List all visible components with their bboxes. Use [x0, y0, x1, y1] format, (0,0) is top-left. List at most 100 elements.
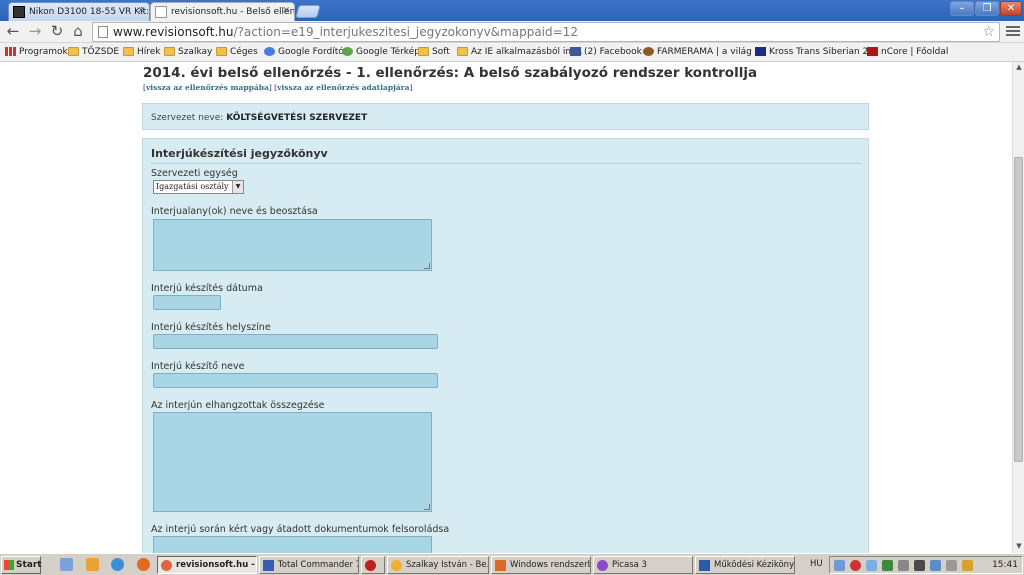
clock[interactable]: 15:41 [992, 560, 1018, 570]
tab-title: Nikon D3100 18-55 VR Kit: "j [29, 7, 150, 17]
bookmark-kross[interactable]: Kross Trans Siberian 2... [755, 46, 877, 58]
picasa-icon [597, 560, 608, 571]
email-icon [391, 560, 402, 571]
bookmark-farmerama[interactable]: FARMERAMA | a világ ... [643, 46, 763, 58]
new-tab-button[interactable] [295, 5, 321, 18]
bookmark-star-icon[interactable]: ☆ [982, 23, 995, 41]
address-path: /?action=e19_interjukeszitesi_jegyzokony… [233, 25, 578, 39]
documents-label: Az interjú során kért vagy átadott dokum… [151, 524, 450, 535]
address-bar[interactable]: www.revisionsoft.hu/?action=e19_interjuk… [92, 22, 1000, 42]
date-input[interactable] [153, 295, 221, 310]
tab-nikon[interactable]: Nikon D3100 18-55 VR Kit: "j ✕ [8, 2, 150, 21]
taskbar-item-total-commander[interactable]: Total Commander 7.... [259, 556, 359, 574]
resize-grip-icon[interactable] [424, 263, 430, 269]
start-button[interactable]: Start [1, 556, 42, 574]
folder-icon [457, 47, 468, 56]
page-title: 2014. évi belső ellenőrzés - 1. ellenőrz… [143, 65, 758, 81]
tab-title: revisionsoft.hu - Belső ellen [171, 7, 295, 17]
summary-label: Az interjún elhangzottak összegzése [151, 400, 325, 411]
facebook-icon [570, 47, 581, 56]
windows-app-icon [495, 560, 506, 571]
page-scrollbar[interactable]: ▲ ▼ [1012, 62, 1024, 553]
restore-button[interactable]: ❐ [975, 1, 999, 16]
app-icon [365, 560, 376, 571]
antivirus-icon[interactable] [850, 560, 861, 571]
bookmark-tozsde[interactable]: TŐZSDE [68, 46, 119, 58]
bookmark-programok[interactable]: Programok [5, 46, 68, 58]
page-content: 2014. évi belső ellenőrzés - 1. ellenőrz… [0, 62, 1012, 553]
reload-button[interactable]: ↻ [48, 23, 66, 41]
display-icon[interactable] [930, 560, 941, 571]
back-to-folder-link[interactable]: vissza az ellenőrzés mappába [146, 83, 269, 92]
firefox-icon[interactable] [137, 558, 150, 571]
scroll-up-icon[interactable]: ▲ [1015, 63, 1023, 71]
word-icon [699, 560, 710, 571]
taskbar-item-word[interactable]: Működési Kézikönyv... [695, 556, 795, 574]
date-label: Interjú készítés dátuma [151, 283, 263, 294]
total-commander-icon [263, 560, 274, 571]
interviewees-label: Interjualany(ok) neve és beosztása [151, 206, 318, 217]
scrollbar-thumb[interactable] [1014, 157, 1023, 462]
ie-icon[interactable] [111, 558, 124, 571]
power-icon[interactable] [914, 560, 925, 571]
close-tab-icon[interactable]: ✕ [137, 6, 145, 16]
scroll-down-icon[interactable]: ▼ [1015, 542, 1023, 550]
folder-icon [216, 47, 227, 56]
taskbar-item-chrome[interactable]: revisionsoft.hu - ... [157, 556, 257, 574]
bookmark-ceges[interactable]: Céges [216, 46, 258, 58]
minimize-button[interactable]: – [950, 1, 974, 16]
bookmark-ie-import[interactable]: Az IE alkalmazásból im... [457, 46, 583, 58]
bookmark-google-terkep[interactable]: Google Térkép [342, 46, 420, 58]
forward-button[interactable]: → [26, 23, 44, 41]
resize-grip-icon[interactable] [424, 504, 430, 510]
chevron-down-icon[interactable]: ▼ [232, 181, 243, 193]
language-indicator[interactable]: HU [810, 559, 823, 569]
network-icon[interactable] [834, 560, 845, 571]
update-icon[interactable] [962, 560, 973, 571]
interviewer-input[interactable] [153, 373, 438, 388]
organization-label: Szervezet neve: [151, 113, 224, 123]
bookmark-ncore[interactable]: nCore | Főoldal [867, 46, 948, 58]
documents-textarea[interactable] [153, 536, 432, 553]
taskbar-item-windows[interactable]: Windows rendszerb... [491, 556, 591, 574]
bookmark-google-fordito[interactable]: Google Fordító [264, 46, 344, 58]
google-translate-icon [264, 47, 275, 56]
back-to-datasheet-link[interactable]: vissza az ellenőrzés adatlapjára [277, 83, 409, 92]
volume-icon[interactable] [946, 560, 957, 571]
bookmark-szalkay[interactable]: Szalkay [164, 46, 212, 58]
taskbar-item-picasa[interactable]: Picasa 3 [593, 556, 693, 574]
home-button[interactable]: ⌂ [69, 23, 87, 41]
place-label: Interjú készítés helyszíne [151, 322, 271, 333]
taskbar-item-email[interactable]: Szalkay István - Be... [387, 556, 489, 574]
system-tray: 15:41 [829, 556, 1023, 574]
windows-taskbar: Start revisionsoft.hu - ... Total Comman… [0, 553, 1024, 575]
organization-box: Szervezet neve: KÖLTSÉGVETÉSI SZERVEZET [142, 103, 869, 130]
shield-icon[interactable] [882, 560, 893, 571]
page-icon [98, 26, 108, 38]
summary-textarea[interactable] [153, 412, 432, 512]
browser-toolbar: ← → ↻ ⌂ www.revisionsoft.hu/?action=e19_… [0, 21, 1024, 43]
chrome-menu-icon[interactable] [1006, 24, 1020, 38]
bookmark-facebook[interactable]: (2) Facebook [570, 46, 642, 58]
form-divider [151, 163, 861, 164]
mail-icon[interactable] [866, 560, 877, 571]
bookmark-hirek[interactable]: Hírek [123, 46, 161, 58]
interviewees-textarea[interactable] [153, 219, 432, 271]
interview-form: Interjúkészítési jegyzőkönyv Szervezeti … [142, 138, 869, 553]
unit-select[interactable]: Igazgatási osztály ▼ [153, 180, 244, 194]
form-title: Interjúkészítési jegyzőkönyv [151, 147, 328, 160]
bookmarks-bar: Programok TŐZSDE Hírek Szalkay Céges Goo… [0, 43, 1024, 62]
close-tab-icon[interactable]: ✕ [282, 6, 290, 16]
media-player-icon[interactable] [86, 558, 99, 571]
place-input[interactable] [153, 334, 438, 349]
taskbar-item-app[interactable] [361, 556, 385, 574]
browser-tabstrip: Nikon D3100 18-55 VR Kit: "j ✕ revisions… [0, 0, 1024, 21]
back-button[interactable]: ← [4, 23, 22, 41]
address-host: www.revisionsoft.hu [113, 25, 234, 39]
apps-icon [5, 47, 16, 56]
usb-icon[interactable] [898, 560, 909, 571]
show-desktop-icon[interactable] [60, 558, 73, 571]
close-window-button[interactable]: ✕ [1000, 1, 1022, 16]
bookmark-soft[interactable]: Soft [418, 46, 450, 58]
tab-revisionsoft[interactable]: revisionsoft.hu - Belső ellen ✕ [150, 2, 295, 21]
